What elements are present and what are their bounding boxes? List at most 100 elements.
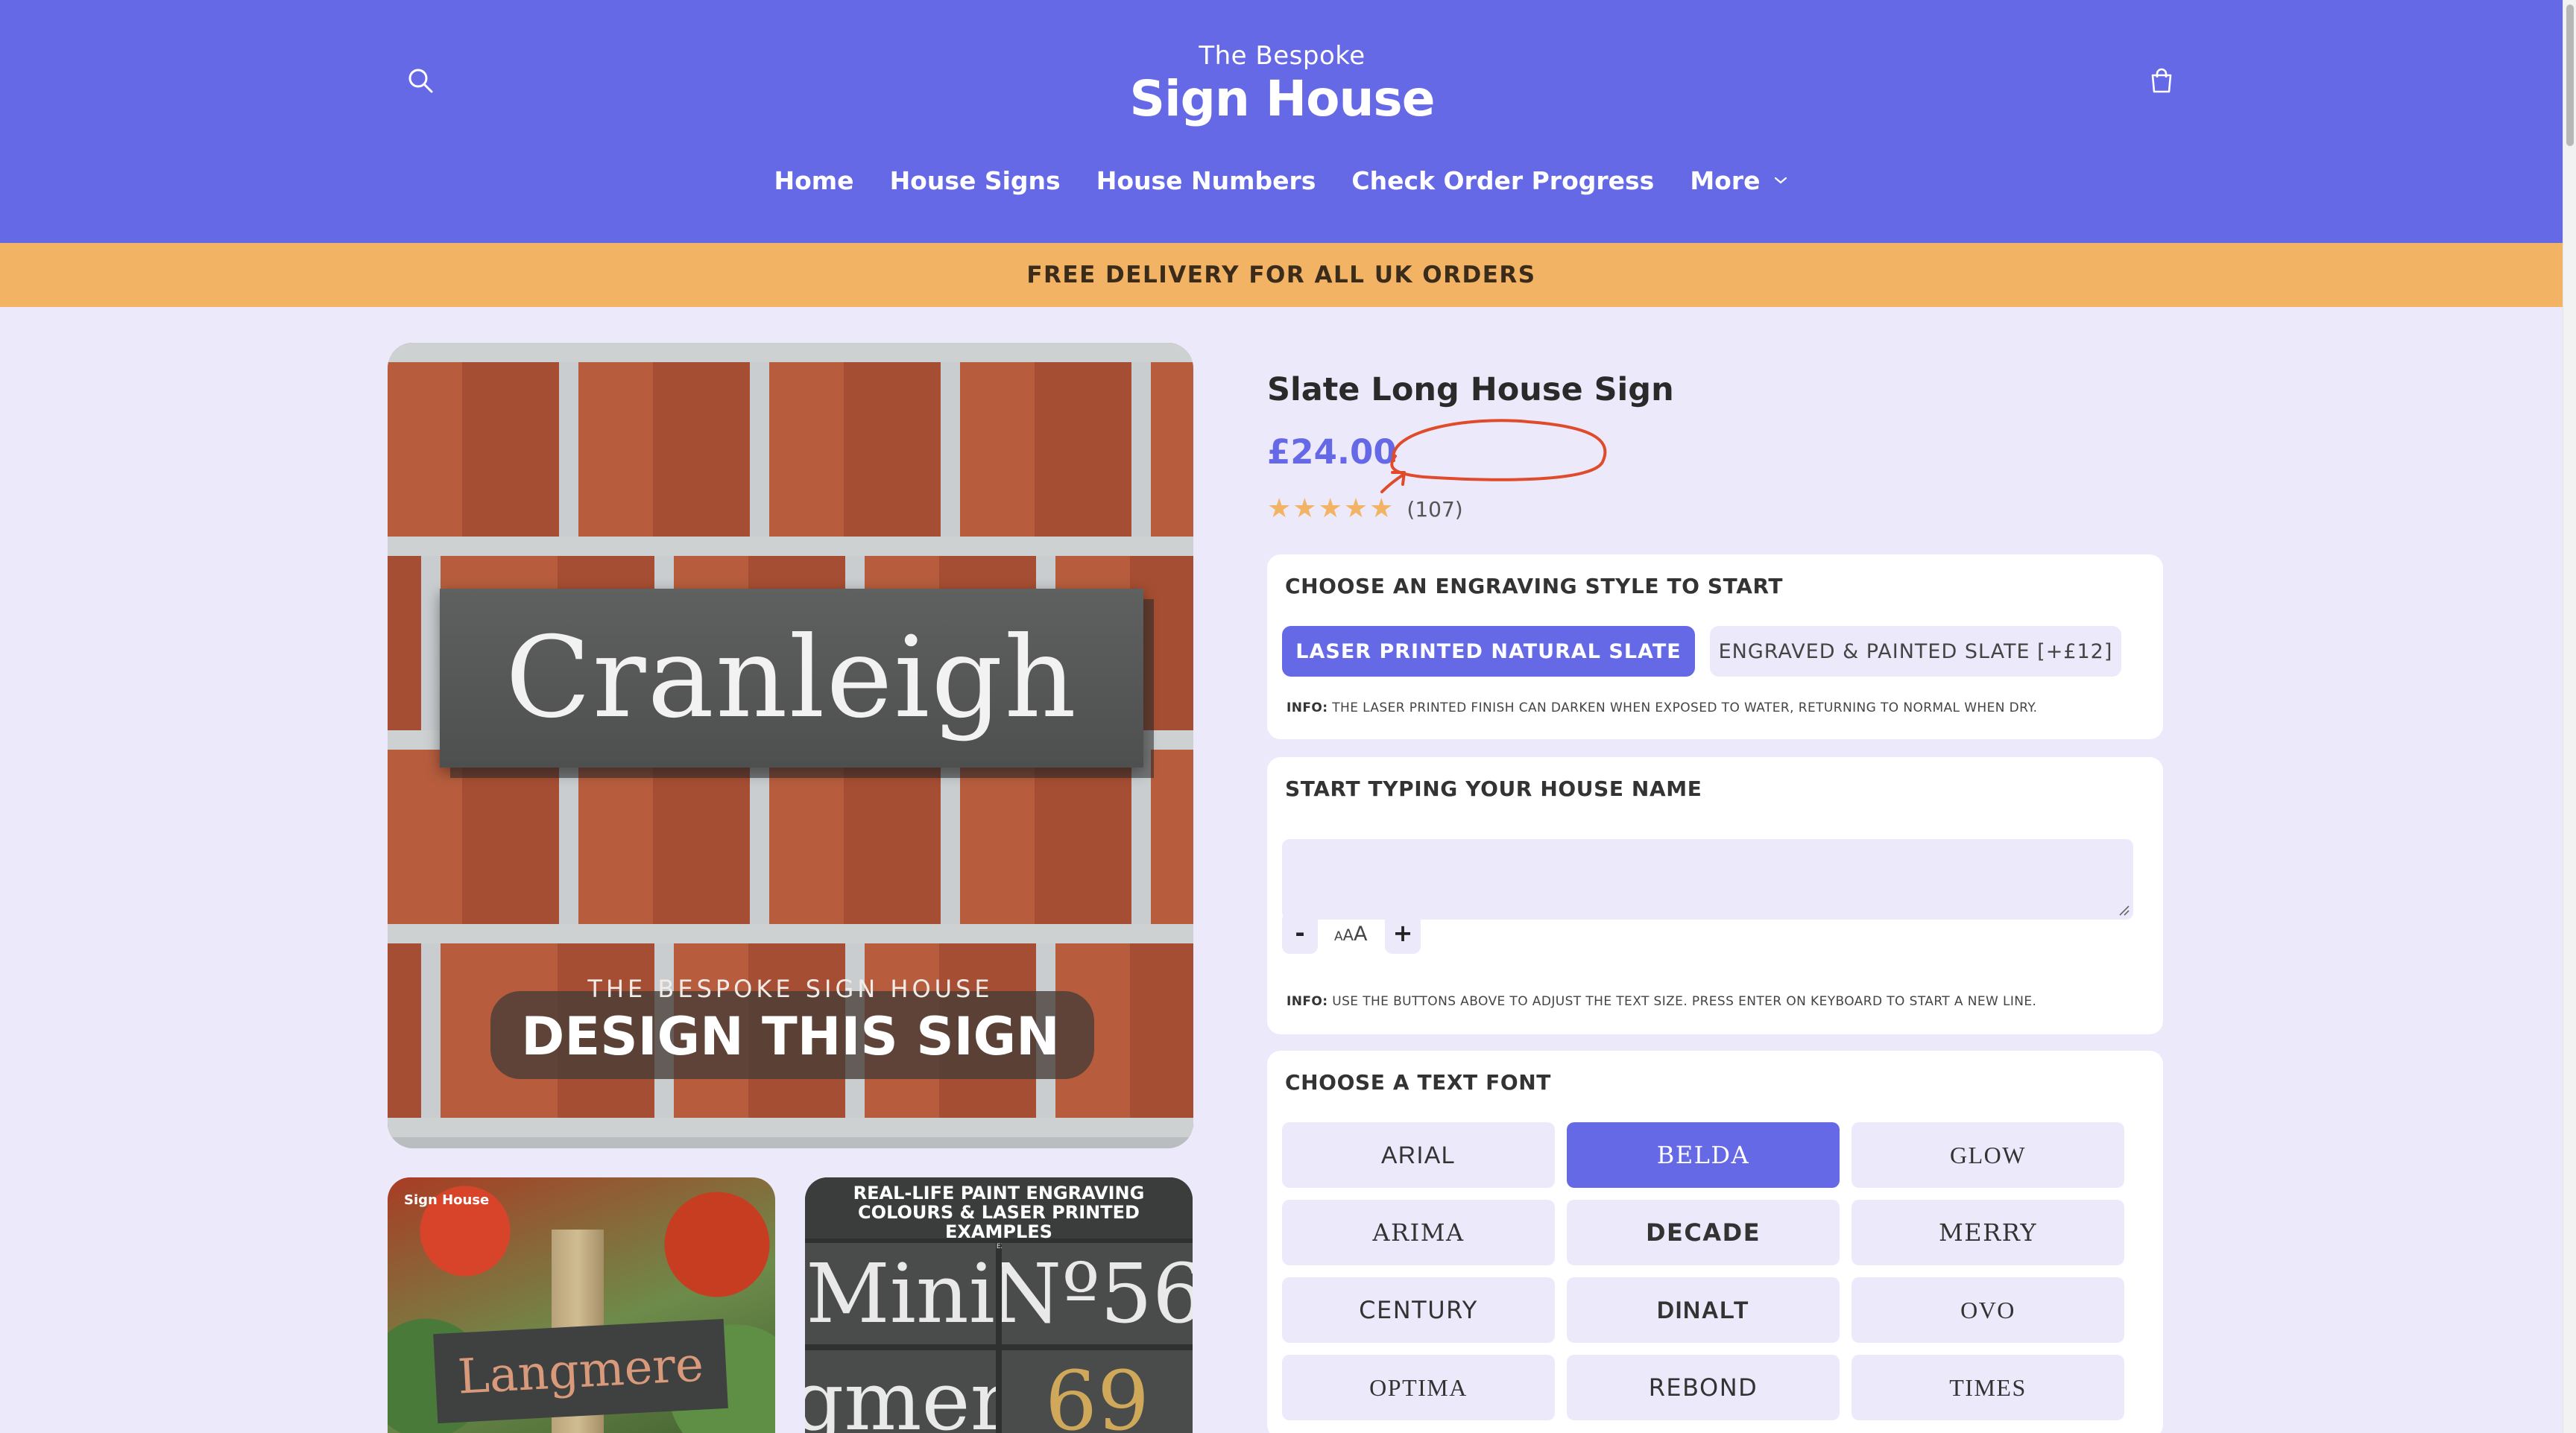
house-name-card: START TYPING YOUR HOUSE NAME - AAA + INF… (1267, 757, 2163, 1034)
font-option-century[interactable]: CENTURY (1282, 1277, 1555, 1343)
engraved-painted-label: ENGRAVED & PAINTED SLATE [+£12] (1718, 639, 2113, 663)
product-rating[interactable]: ★ ★ ★ ★ ★ (107) (1267, 496, 1463, 522)
star-icon: ★ (1292, 493, 1317, 524)
cta-brand: THE BESPOKE SIGN HOUSE (587, 975, 994, 1003)
examples-header: REAL-LIFE PAINT ENGRAVING COLOURS & LASE… (805, 1177, 1193, 1250)
size-indicator-large: A (1354, 923, 1368, 946)
font-option-decade[interactable]: DECADE (1567, 1200, 1840, 1265)
nav-check-order-progress-label: Check Order Progress (1351, 165, 1655, 195)
font-option-arima[interactable]: ARIMA (1282, 1200, 1555, 1265)
nav-more[interactable]: More (1690, 166, 1788, 195)
engraving-info-text: THE LASER PRINTED FINISH CAN DARKEN WHEN… (1328, 700, 2038, 715)
examples-title-line1: REAL-LIFE PAINT ENGRAVING (853, 1183, 1145, 1203)
search-icon (408, 69, 433, 93)
nav-home[interactable]: Home (774, 166, 854, 195)
text-size-indicator: AAA (1334, 923, 1368, 946)
slate-sign-preview: Cranleigh (440, 589, 1143, 768)
example-text: Mini (806, 1246, 995, 1341)
example-text: Nº56 (1002, 1246, 1193, 1341)
font-option-label: GLOW (1950, 1141, 2026, 1168)
nav-more-label: More (1690, 165, 1761, 195)
chevron-down-icon (1775, 177, 1787, 184)
example-cell: Mini (805, 1243, 996, 1344)
font-option-times[interactable]: TIMES (1852, 1355, 2124, 1420)
font-option-dinalt[interactable]: DINALT (1567, 1277, 1840, 1343)
font-option-label: OVO (1960, 1296, 2015, 1323)
logo-name: Sign House (1129, 70, 1436, 127)
laser-printed-label: LASER PRINTED NATURAL SLATE (1295, 639, 1682, 663)
increase-text-size-button[interactable]: + (1385, 912, 1421, 954)
font-option-optima[interactable]: OPTIMA (1282, 1355, 1555, 1420)
site-header: The Bespoke Sign House Home House Signs … (0, 0, 2563, 243)
font-option-label: DINALT (1657, 1296, 1749, 1323)
example-cell: 69 (1002, 1350, 1193, 1433)
nav-house-numbers[interactable]: House Numbers (1096, 166, 1316, 195)
house-name-title: START TYPING YOUR HOUSE NAME (1285, 776, 1702, 801)
font-option-label: OPTIMA (1369, 1373, 1468, 1401)
promo-banner: FREE DELIVERY FOR ALL UK ORDERS (0, 243, 2563, 307)
text-font-card: CHOOSE A TEXT FONT ARIAL BELDA GLOW ARIM… (1267, 1051, 2163, 1433)
font-option-ovo[interactable]: OVO (1852, 1277, 2124, 1343)
nav-house-signs[interactable]: House Signs (890, 166, 1061, 195)
engraving-info: INFO: THE LASER PRINTED FINISH CAN DARKE… (1287, 700, 2037, 715)
info-label: INFO: (1287, 700, 1328, 715)
thumbnail-sign-text: Langmere (456, 1337, 705, 1405)
example-text: 69 (1045, 1353, 1149, 1433)
cart-button[interactable] (2142, 61, 2181, 100)
star-icon: ★ (1267, 493, 1292, 524)
house-name-input[interactable] (1282, 839, 2133, 920)
decrease-label: - (1295, 919, 1305, 947)
font-option-belda[interactable]: BELDA (1567, 1122, 1840, 1188)
promo-text: FREE DELIVERY FOR ALL UK ORDERS (1026, 262, 1536, 288)
example-cell: Nº56 (1002, 1243, 1193, 1344)
search-button[interactable] (401, 61, 440, 100)
scrollbar-thumb[interactable] (2566, 4, 2574, 146)
font-option-glow[interactable]: GLOW (1852, 1122, 2124, 1188)
star-icon: ★ (1343, 493, 1368, 524)
info-label: INFO: (1287, 994, 1328, 1009)
engraving-style-card: CHOOSE AN ENGRAVING STYLE TO START LASER… (1267, 554, 2163, 739)
font-option-arial[interactable]: ARIAL (1282, 1122, 1555, 1188)
size-indicator-small: A (1334, 929, 1343, 944)
cart-icon (2151, 68, 2172, 93)
brick-row (388, 362, 1193, 537)
nav-house-numbers-label: House Numbers (1096, 165, 1316, 195)
font-option-label: BELDA (1656, 1141, 1750, 1169)
review-count[interactable]: (107) (1407, 497, 1462, 522)
engraved-painted-option[interactable]: ENGRAVED & PAINTED SLATE [+£12] (1710, 626, 2121, 677)
text-font-title: CHOOSE A TEXT FONT (1285, 1070, 1551, 1095)
star-icon: ★ (1369, 493, 1394, 524)
nav-home-label: Home (774, 165, 854, 195)
site-logo[interactable]: The Bespoke Sign House (1118, 39, 1446, 128)
nav-house-signs-label: House Signs (889, 165, 1061, 195)
page-scrollbar[interactable] (2563, 0, 2576, 1433)
example-text: gmer (805, 1353, 996, 1433)
house-name-info-text: USE THE BUTTONS ABOVE TO ADJUST THE TEXT… (1328, 994, 2037, 1009)
decrease-text-size-button[interactable]: - (1282, 912, 1318, 954)
sign-preview-text: Cranleigh (505, 613, 1078, 743)
font-option-merry[interactable]: MERRY (1852, 1200, 2124, 1265)
font-option-label: ARIAL (1381, 1141, 1456, 1168)
brick-mortar (388, 343, 1193, 362)
brick-row (388, 750, 1193, 924)
product-price: £24.00 (1267, 432, 1397, 472)
nav-check-order-progress[interactable]: Check Order Progress (1351, 166, 1654, 195)
font-option-label: TIMES (1949, 1373, 2027, 1401)
font-option-rebond[interactable]: REBOND (1567, 1355, 1840, 1420)
gallery-thumbnail-examples[interactable]: REAL-LIFE PAINT ENGRAVING COLOURS & LASE… (805, 1177, 1193, 1433)
examples-title-line2: COLOURS & LASER PRINTED EXAMPLES (858, 1202, 1140, 1242)
design-this-sign-cta[interactable]: DESIGN THIS SIGN (388, 1006, 1193, 1067)
house-name-info: INFO: USE THE BUTTONS ABOVE TO ADJUST TH… (1287, 994, 2036, 1009)
font-option-label: ARIMA (1372, 1218, 1465, 1247)
laser-printed-option[interactable]: LASER PRINTED NATURAL SLATE (1282, 626, 1695, 677)
thumbnail-brand: Sign House (404, 1192, 490, 1208)
gallery-thumbnail-langmere[interactable]: Langmere Sign House (388, 1177, 775, 1433)
thumbnail-sign-board: Langmere (433, 1318, 728, 1424)
product-main-image[interactable]: Cranleigh THE BESPOKE SIGN HOUSE DESIGN … (388, 343, 1193, 1148)
font-option-label: MERRY (1939, 1218, 2037, 1247)
font-option-label: DECADE (1645, 1218, 1761, 1247)
example-cell: gmer (805, 1350, 996, 1433)
red-circle-annotation (1380, 419, 1607, 493)
resize-grip-icon[interactable] (2117, 903, 2130, 917)
font-option-label: CENTURY (1359, 1296, 1478, 1324)
